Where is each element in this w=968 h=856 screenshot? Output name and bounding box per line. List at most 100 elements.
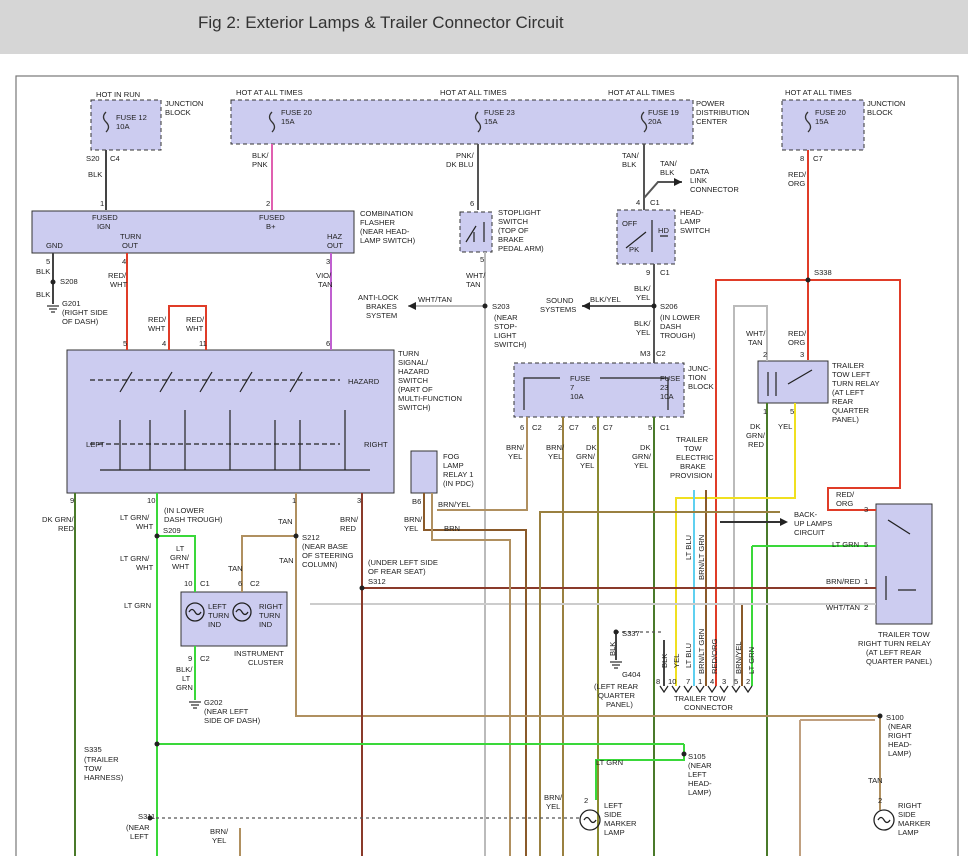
- label: GRN/: [746, 431, 766, 440]
- label: SWITCH): [494, 340, 527, 349]
- label: YEL: [672, 654, 681, 668]
- label: WHT: [110, 280, 128, 289]
- label: (NEAR HEAD-: [360, 227, 410, 236]
- label: ORG: [836, 499, 853, 508]
- label: 3: [357, 496, 361, 505]
- label: TURN: [120, 232, 141, 241]
- label: LT: [176, 544, 185, 553]
- label: LT GRN: [747, 647, 756, 674]
- label: YEL: [212, 836, 226, 845]
- label: FUSE 20: [815, 108, 846, 117]
- label: GRN/: [170, 553, 190, 562]
- label: IND: [259, 620, 273, 629]
- label: S338: [814, 268, 832, 277]
- label: COLUMN): [302, 560, 338, 569]
- label: SIDE OF DASH): [204, 716, 261, 725]
- label: BRAKE: [498, 235, 524, 244]
- label: 5: [734, 677, 738, 686]
- label: HAZARD: [348, 377, 380, 386]
- label: G202: [204, 698, 223, 707]
- label: FUSE 23: [484, 108, 515, 117]
- label: DK GRN/: [42, 515, 75, 524]
- label: C1: [200, 579, 210, 588]
- label: LAMP: [898, 828, 919, 837]
- label: LT BLU: [684, 535, 693, 560]
- label: TAN: [466, 280, 481, 289]
- label: TOW: [84, 764, 102, 773]
- label: LEFT: [130, 832, 149, 841]
- label: TAN: [279, 556, 294, 565]
- label: BLK: [88, 170, 102, 179]
- label: BLK/: [176, 665, 193, 674]
- label: HOT AT ALL TIMES: [236, 88, 303, 97]
- label: (UNDER LEFT SIDE: [368, 558, 438, 567]
- label: OF STEERING: [302, 551, 354, 560]
- label: BLK/YEL: [590, 295, 621, 304]
- label: S311: [138, 812, 155, 821]
- label: 6: [520, 423, 524, 432]
- wire-gray-misc: [799, 719, 875, 856]
- label: 2: [746, 677, 750, 686]
- label: 1: [292, 496, 296, 505]
- label: 11: [199, 339, 207, 348]
- label: DASH TROUGH): [164, 515, 223, 524]
- label: 1: [100, 199, 104, 208]
- label: BRN: [444, 524, 460, 533]
- label: S203: [492, 302, 510, 311]
- label: C7: [603, 423, 613, 432]
- label: 7: [570, 383, 574, 392]
- label: 2: [763, 350, 767, 359]
- label: 4: [162, 339, 166, 348]
- label: B+: [266, 222, 276, 231]
- label: 6: [470, 199, 474, 208]
- label: 5: [648, 423, 652, 432]
- label: HOT IN RUN: [96, 90, 140, 99]
- label: TURN: [398, 349, 419, 358]
- label: LT BLU: [684, 643, 693, 668]
- label: TAN: [868, 776, 883, 785]
- label: ORG: [788, 338, 805, 347]
- label: S337: [622, 629, 640, 638]
- label: BLK/: [634, 284, 651, 293]
- label: (AT LEFT REAR: [866, 648, 922, 657]
- label: (NEAR BASE: [302, 542, 348, 551]
- label: TAN: [278, 517, 293, 526]
- label: LIGHT: [494, 331, 517, 340]
- label: BRN/: [210, 827, 229, 836]
- label: 5: [123, 339, 127, 348]
- label: 1: [763, 407, 767, 416]
- label: IND: [208, 620, 222, 629]
- label: YEL: [580, 461, 594, 470]
- label: C2: [250, 579, 260, 588]
- label: ORG: [788, 179, 805, 188]
- label: 20A: [648, 117, 662, 126]
- label: 15A: [815, 117, 829, 126]
- label: BLK: [36, 267, 50, 276]
- label: 9: [646, 268, 650, 277]
- label: C1: [660, 423, 670, 432]
- label: LT GRN/: [120, 554, 150, 563]
- label: TRAILER: [832, 361, 865, 370]
- label: BRAKE: [680, 462, 706, 471]
- label: TRAILER TOW: [878, 630, 930, 639]
- label: GRN/: [576, 452, 596, 461]
- label: BRN/YEL: [438, 500, 471, 509]
- label: FLASHER: [360, 218, 396, 227]
- label: SYSTEMS: [540, 305, 576, 314]
- label: BRN/LT GRN: [697, 535, 706, 580]
- label: RIGHT: [364, 440, 388, 449]
- label: HOT AT ALL TIMES: [440, 88, 507, 97]
- label: RED/: [836, 490, 855, 499]
- label: BRN/LT GRN: [697, 629, 706, 674]
- label: SIGNAL/: [398, 358, 429, 367]
- label: LT GRN: [596, 758, 623, 767]
- label: LAMP SWITCH): [360, 236, 416, 245]
- label: C7: [569, 423, 579, 432]
- label: (PART OF: [398, 385, 433, 394]
- label: LAMP: [680, 217, 701, 226]
- label: YEL: [546, 802, 560, 811]
- label: 3: [722, 677, 726, 686]
- label: HOT AT ALL TIMES: [608, 88, 675, 97]
- wire-brn-yel-fog: [431, 493, 511, 856]
- label: WHT/: [746, 329, 766, 338]
